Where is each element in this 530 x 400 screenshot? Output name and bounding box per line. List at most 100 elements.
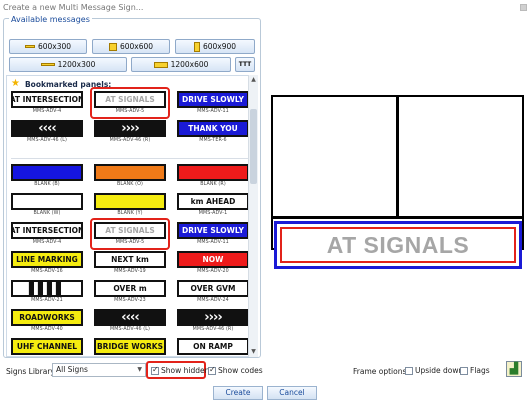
size-600x600-button[interactable]: 600x600 [92, 39, 170, 54]
sign-tile[interactable]: NOW MMS-ADV-20 [177, 251, 249, 277]
sign-tile[interactable]: BRIDGE WORKS [94, 338, 166, 356]
sign-code-label: BLANK (B) [34, 182, 60, 187]
sign-code-label: BLANK (R) [200, 182, 226, 187]
cancel-button[interactable]: Cancel [267, 386, 317, 400]
sign-image: DRIVE SLOWLY [177, 91, 249, 108]
sign-tile[interactable]: BLANK (B) [11, 164, 83, 190]
sign-shape-icon [24, 45, 35, 48]
right-chevrons-icon: ›››› [94, 120, 166, 137]
sign-tile[interactable]: BLANK (R) [177, 164, 249, 190]
window-title: Create a new Multi Message Sign... [3, 3, 144, 12]
signs-library-label: Signs Library: [6, 367, 57, 376]
sign-code-label: MMS-ADV-11 [197, 240, 229, 245]
bookmark-tile[interactable]: AT INTERSECTION MMS-ADV-4 [11, 91, 83, 117]
sign-tile[interactable]: NEXT km MMS-ADV-19 [94, 251, 166, 277]
sign-code-label: MMS-ADV-46 (R) [109, 138, 151, 143]
sign-code-label: MMS-ADV-46 (L) [26, 138, 67, 143]
size-600x900-label: 600x900 [202, 42, 237, 51]
bookmark-tile[interactable]: DRIVE SLOWLY MMS-ADV-11 [177, 91, 249, 117]
show-hidden-checkbox[interactable]: Show hidden [151, 365, 209, 375]
sign-image: AT INTERSECTION [11, 91, 83, 108]
tile-layout-button[interactable]: TTT [235, 57, 255, 72]
sign-shape-icon [153, 61, 168, 68]
sign-image: ON RAMP [177, 338, 249, 355]
sign-code-label: MMS-ADV-46 (L) [109, 327, 150, 332]
size-1200x300-button[interactable]: 1200x300 [9, 57, 127, 72]
sign-code-label: MMS-ADV-4 [32, 109, 62, 114]
preview-sign-panel[interactable]: AT SIGNALS [274, 221, 522, 269]
checkbox-checked-icon[interactable] [151, 365, 159, 375]
scrollbar-thumb[interactable] [250, 109, 257, 184]
sign-shape-icon [108, 42, 117, 51]
frame-panel-left[interactable] [273, 97, 396, 216]
sign-image: LINE MARKING [11, 251, 83, 268]
sign-code-label: MMS-ADV-1 [198, 211, 228, 216]
sign-code-label: MMS-TER-6 [199, 138, 227, 143]
frame-panel-right[interactable] [399, 97, 522, 216]
sign-image: OVER GVM [177, 280, 249, 297]
preview-sign-selection: AT SIGNALS [280, 227, 516, 263]
sign-code-label: BLANK (O) [116, 182, 144, 187]
size-1200x300-label: 1200x300 [57, 60, 96, 69]
bookmark-tile[interactable]: THANK YOU MMS-TER-6 [177, 120, 249, 146]
sign-image: AT INTERSECTION [11, 222, 83, 239]
stripes-sign-icon: ▌▌▌▌ [11, 280, 83, 297]
star-icon: ★ [11, 78, 20, 89]
sign-tile[interactable]: ›››› MMS-ADV-46 (R) [177, 309, 249, 335]
sign-tile[interactable]: ON RAMP [177, 338, 249, 356]
close-button[interactable] [520, 4, 527, 11]
frame-options-label: Frame options: [353, 367, 409, 376]
flags-label: Flags [470, 366, 490, 375]
sign-image: DRIVE SLOWLY [177, 222, 249, 239]
checkbox-unchecked-icon[interactable] [460, 366, 468, 375]
sign-code-label: BLANK (W) [33, 211, 61, 216]
sign-tile[interactable]: BLANK (Y) [94, 193, 166, 219]
sign-tile[interactable]: ‹‹‹‹ MMS-ADV-46 (L) [94, 309, 166, 335]
sign-code-label: MMS-ADV-46 (R) [192, 327, 234, 332]
sign-image: ROADWORKS [11, 309, 83, 326]
sign-tile[interactable]: LINE MARKING MMS-ADV-16 [11, 251, 83, 277]
sign-tile[interactable]: OVER GVM MMS-ADV-24 [177, 280, 249, 306]
sign-tile[interactable]: BLANK (W) [11, 193, 83, 219]
bookmark-tile[interactable]: ›››› MMS-ADV-46 (R) [94, 120, 166, 146]
size-600x900-button[interactable]: 600x900 [175, 39, 255, 54]
list-scrollbar[interactable]: ▲ ▼ [248, 75, 258, 357]
checkbox-unchecked-icon[interactable] [405, 366, 413, 375]
size-600x600-label: 600x600 [119, 42, 154, 51]
bookmark-tile[interactable]: ‹‹‹‹ MMS-ADV-46 (L) [11, 120, 83, 146]
sign-tile[interactable]: OVER m MMS-ADV-23 [94, 280, 166, 306]
create-button[interactable]: Create [213, 386, 263, 400]
sign-code-label: MMS-ADV-23 [114, 298, 146, 303]
sign-image: BRIDGE WORKS [94, 338, 166, 355]
upside-down-checkbox[interactable]: Upside down [405, 366, 463, 375]
sign-tile[interactable]: AT INTERSECTION MMS-ADV-4 [11, 222, 83, 248]
sign-tile[interactable]: km AHEAD MMS-ADV-1 [177, 193, 249, 219]
sign-code-label: MMS-ADV-21 [31, 298, 63, 303]
sign-image: NEXT km [94, 251, 166, 268]
selection-highlight [90, 218, 170, 250]
sign-tile[interactable]: ROADWORKS MMS-ADV-40 [11, 309, 83, 335]
sign-tile[interactable]: DRIVE SLOWLY MMS-ADV-11 [177, 222, 249, 248]
scroll-up-arrow-icon[interactable]: ▲ [250, 76, 257, 84]
sign-image: NOW [177, 251, 249, 268]
sign-image [94, 193, 166, 210]
left-chevrons-icon: ‹‹‹‹ [94, 309, 166, 326]
sign-tile[interactable]: BLANK (O) [94, 164, 166, 190]
checkbox-checked-icon[interactable] [208, 365, 216, 375]
sign-image [177, 164, 249, 181]
show-codes-checkbox[interactable]: Show codes [208, 365, 263, 375]
size-1200x600-button[interactable]: 1200x600 [131, 57, 231, 72]
size-600x300-button[interactable]: 600x300 [9, 39, 87, 54]
scroll-down-arrow-icon[interactable]: ▼ [250, 348, 257, 356]
frame-style-button[interactable]: ▟ [506, 361, 522, 377]
signs-list[interactable]: ★ Bookmarked panels: AT INTERSECTION MMS… [6, 75, 252, 357]
sign-tile[interactable]: ▌▌▌▌ MMS-ADV-21 [11, 280, 83, 306]
selection-highlight [90, 87, 170, 119]
flags-checkbox[interactable]: Flags [460, 366, 490, 375]
sign-code-label: MMS-ADV-4 [32, 240, 62, 245]
available-messages-label: Available messages [9, 15, 92, 24]
signs-library-select[interactable]: All Signs ▼ [52, 363, 146, 377]
sign-code-label: BLANK (Y) [117, 211, 143, 216]
signs-library-value: All Signs [56, 365, 88, 374]
sign-tile[interactable]: UHF CHANNEL [11, 338, 83, 356]
